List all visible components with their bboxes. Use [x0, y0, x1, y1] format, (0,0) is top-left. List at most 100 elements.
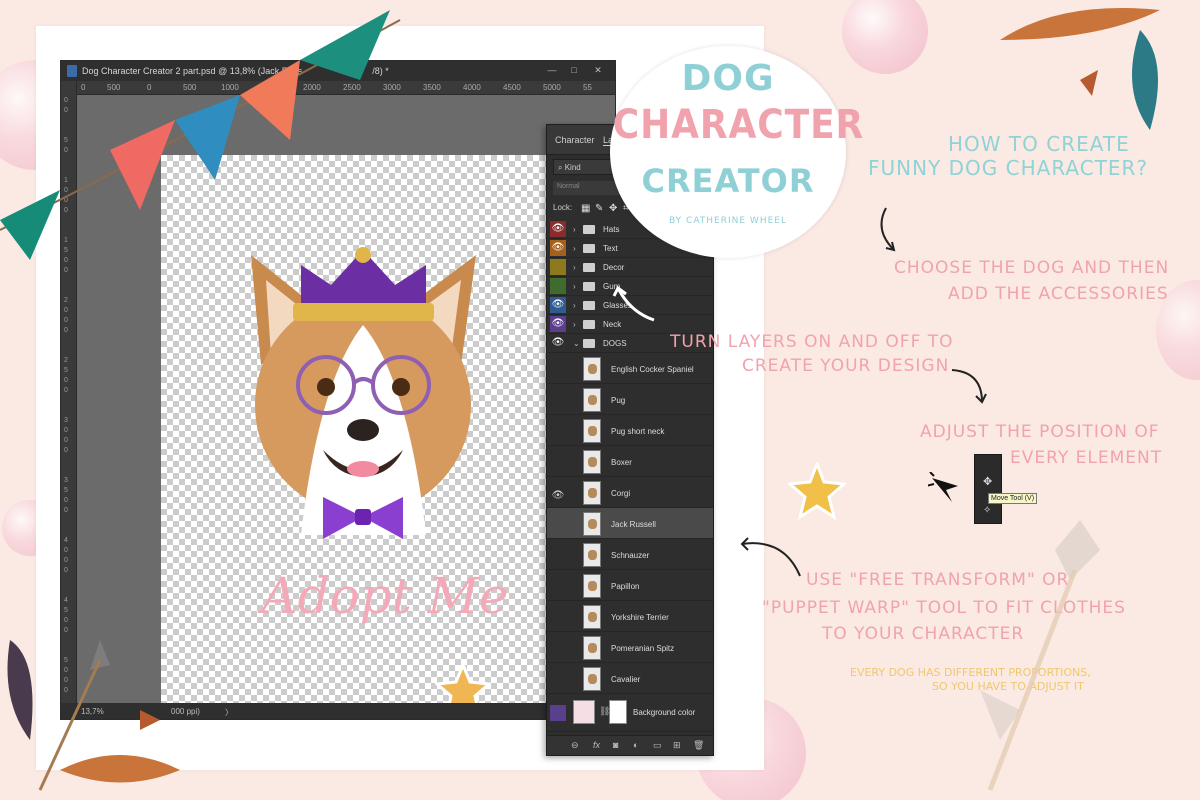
- ruler-label: 0: [64, 377, 68, 384]
- layer-boxer[interactable]: Boxer: [547, 446, 713, 477]
- ruler-label: 0: [64, 427, 68, 434]
- corgi-illustration[interactable]: [231, 245, 491, 545]
- layer-pug-short-neck[interactable]: Pug short neck: [547, 415, 713, 446]
- tab-character[interactable]: Character: [555, 135, 595, 145]
- layer-name: English Cocker Spaniel: [611, 365, 694, 374]
- close-button[interactable]: ✕: [591, 64, 605, 76]
- layer-decor[interactable]: › Decor: [547, 258, 713, 277]
- visibility-toggle[interactable]: [550, 550, 566, 566]
- layer-cavalier[interactable]: Cavalier: [547, 663, 713, 694]
- layer-jack-russell[interactable]: Jack Russell: [547, 508, 713, 539]
- layer-yorkshire-terrier[interactable]: Yorkshire Terrier: [547, 601, 713, 632]
- layers-panel-footer: ⊖ fx ◙ ◐ ▭ ⊞ 🗑: [547, 735, 713, 755]
- spear-decoration: [980, 520, 1100, 791]
- new-group-icon[interactable]: ▭: [653, 740, 662, 751]
- add-mask-icon[interactable]: ◙: [613, 740, 618, 750]
- curved-arrow-icon: [951, 369, 987, 404]
- feather-decoration: [1000, 8, 1160, 130]
- ruler-label: 0: [64, 317, 68, 324]
- layer-papillon[interactable]: Papillon: [547, 570, 713, 601]
- layer-name: Pug short neck: [611, 427, 665, 436]
- ruler-label: 2: [64, 297, 68, 304]
- minimize-button[interactable]: —: [545, 64, 559, 76]
- lock-transparent-icon[interactable]: ▦: [581, 203, 590, 214]
- layer-schnauzer[interactable]: Schnauzer: [547, 539, 713, 570]
- eye-icon[interactable]: 👁: [550, 316, 566, 332]
- layer-thumbnail: [583, 512, 601, 536]
- eye-icon[interactable]: 👁: [550, 240, 566, 256]
- eye-icon[interactable]: 👁: [550, 335, 566, 351]
- step-layers-line-2: CREATE YOUR DESIGN: [742, 356, 950, 376]
- eye-icon[interactable]: 👁: [550, 297, 566, 313]
- layer-pomeranian-spitz[interactable]: Pomeranian Spitz: [547, 632, 713, 663]
- status-arrow-icon[interactable]: 〉: [225, 707, 233, 718]
- trash-icon[interactable]: 🗑: [693, 740, 704, 751]
- chevron-right-icon[interactable]: ›: [573, 301, 576, 310]
- layer-pug[interactable]: Pug: [547, 384, 713, 415]
- eye-icon[interactable]: 👁: [550, 221, 566, 237]
- layer-thumbnail: [583, 388, 601, 412]
- visibility-toggle[interactable]: [550, 457, 566, 473]
- blend-mode-value: Normal: [557, 183, 580, 190]
- maximize-button[interactable]: □: [567, 64, 581, 76]
- visibility-toggle[interactable]: [550, 259, 566, 275]
- adjustment-layer-icon[interactable]: ◐: [633, 740, 638, 750]
- visibility-toggle[interactable]: [550, 705, 566, 721]
- visibility-toggle[interactable]: [550, 581, 566, 597]
- folder-icon: [583, 339, 595, 348]
- visibility-toggle[interactable]: [550, 674, 566, 690]
- move-tool-icon[interactable]: ✥: [983, 475, 992, 488]
- lock-paint-icon[interactable]: ✎: [595, 203, 603, 214]
- ruler-label: 3: [64, 417, 68, 424]
- filter-value: Kind: [564, 163, 581, 172]
- visibility-toggle[interactable]: [550, 519, 566, 535]
- layer-background-color[interactable]: ⛓ Background color: [547, 694, 713, 732]
- lock-move-icon[interactable]: ✥: [609, 203, 617, 214]
- layer-thumbnail: [583, 357, 601, 381]
- layer-name: Pomeranian Spitz: [611, 644, 675, 653]
- chevron-right-icon[interactable]: ›: [573, 320, 576, 329]
- chevron-right-icon[interactable]: ›: [573, 282, 576, 291]
- visibility-toggle[interactable]: [550, 278, 566, 294]
- eye-icon[interactable]: 👁: [550, 488, 566, 504]
- link-layers-icon[interactable]: ⊖: [571, 740, 579, 751]
- ruler-label: 0: [64, 447, 68, 454]
- ruler-label: 5: [64, 487, 68, 494]
- gold-star-icon: [788, 462, 846, 520]
- new-layer-icon[interactable]: ⊞: [673, 740, 681, 751]
- layer-corgi[interactable]: 👁 Corgi: [547, 477, 713, 508]
- headline-line-2: FUNNY DOG CHARACTER?: [868, 156, 1149, 180]
- chevron-right-icon[interactable]: ›: [573, 263, 576, 272]
- folder-icon: [583, 263, 595, 272]
- curved-arrow-icon: [612, 285, 655, 322]
- dog-left-eye: [317, 378, 335, 396]
- layer-english-cocker-spaniel[interactable]: English Cocker Spaniel: [547, 353, 713, 384]
- ruler-label: 4: [64, 537, 68, 544]
- visibility-toggle[interactable]: [550, 426, 566, 442]
- chevron-down-icon[interactable]: ⌄: [573, 339, 580, 348]
- folder-icon: [583, 225, 595, 234]
- mask-thumbnail: [609, 700, 627, 724]
- ruler-label: 0: [64, 547, 68, 554]
- chevron-right-icon[interactable]: ›: [573, 225, 576, 234]
- step-adjust-line-2: EVERY ELEMENT: [1010, 448, 1163, 468]
- layer-name: Background color: [633, 708, 696, 717]
- layer-name: Pug: [611, 396, 626, 405]
- logo-byline: BY CATHERINE WHEEL: [669, 216, 787, 226]
- ruler-label: 3: [64, 477, 68, 484]
- layer-thumbnail: [583, 636, 601, 660]
- adopt-me-text: Adopt Me: [261, 567, 509, 625]
- visibility-toggle[interactable]: [550, 395, 566, 411]
- visibility-toggle[interactable]: [550, 612, 566, 628]
- blend-mode-select[interactable]: Normal: [553, 181, 623, 195]
- step-adjust-line-1: ADJUST THE POSITION OF: [920, 422, 1160, 442]
- ruler-label: 4000: [463, 83, 481, 92]
- ruler-label: 0: [64, 507, 68, 514]
- layer-name: Decor: [603, 263, 625, 272]
- move-tool-tooltip: Move Tool (V): [988, 493, 1038, 504]
- crown-band: [293, 303, 434, 321]
- visibility-toggle[interactable]: [550, 643, 566, 659]
- fx-icon[interactable]: fx: [593, 740, 600, 750]
- chevron-right-icon[interactable]: ›: [573, 244, 576, 253]
- visibility-toggle[interactable]: [550, 364, 566, 380]
